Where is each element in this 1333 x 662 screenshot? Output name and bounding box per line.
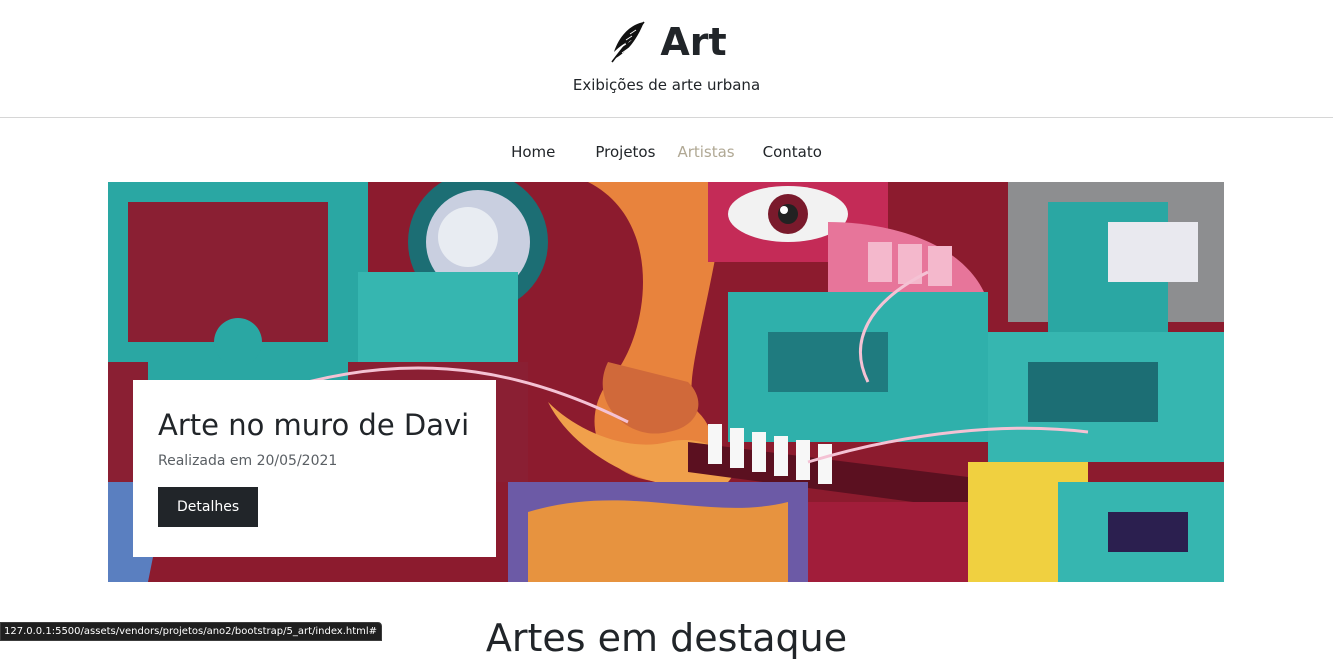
hero-banner: Arte no muro de Davi Realizada em 20/05/…	[108, 182, 1224, 582]
nav-link-projetos[interactable]: Projetos	[595, 138, 655, 166]
nav-link-contato[interactable]: Contato	[763, 138, 822, 166]
nav-link-artistas[interactable]: Artistas	[677, 138, 734, 166]
main-nav: Home Projetos Artistas Contato	[0, 138, 1333, 166]
browser-status-url: 127.0.0.1:5500/assets/vendors/projetos/a…	[0, 622, 382, 641]
details-button[interactable]: Detalhes	[158, 487, 258, 527]
site-title: Art	[660, 18, 726, 66]
site-header: Art Exibições de arte urbana	[0, 0, 1333, 118]
hero-card: Arte no muro de Davi Realizada em 20/05/…	[133, 380, 496, 557]
feather-quill-icon	[606, 18, 648, 66]
hero-card-title: Arte no muro de Davi	[158, 406, 471, 444]
hero-card-date: Realizada em 20/05/2021	[158, 453, 471, 469]
brand[interactable]: Art	[0, 18, 1333, 66]
nav-link-home[interactable]: Home	[511, 138, 555, 166]
site-subtitle: Exibições de arte urbana	[0, 76, 1333, 94]
